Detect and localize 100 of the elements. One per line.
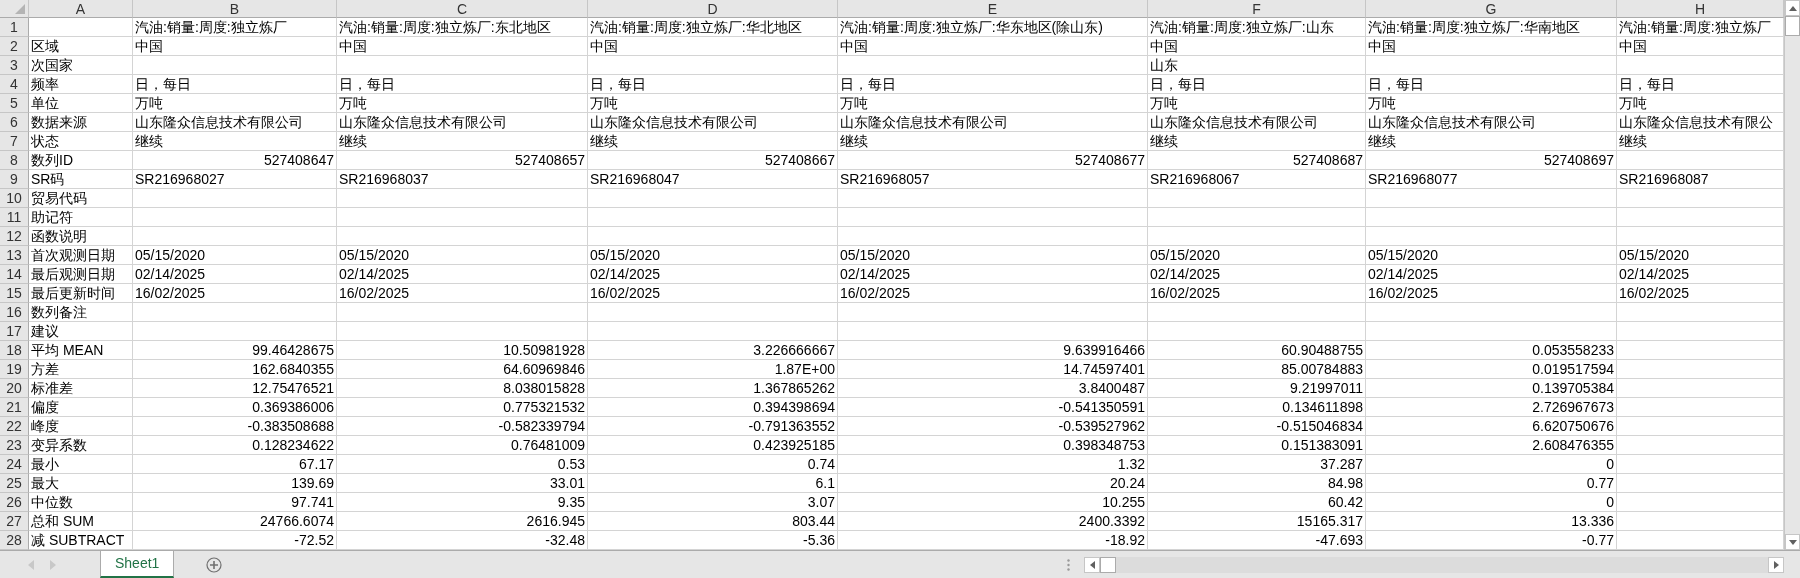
table-cell: 0.019517594	[1366, 360, 1617, 379]
column-header[interactable]: C	[337, 0, 588, 18]
next-sheet-icon[interactable]	[50, 559, 56, 570]
row-header[interactable]: 19	[0, 360, 29, 379]
row-header[interactable]: 21	[0, 398, 29, 417]
table-cell: 山东隆众信息技术有限公司	[133, 113, 337, 132]
table-cell: 0.74	[588, 455, 838, 474]
table-cell: 1.32	[838, 455, 1148, 474]
table-cell: 527408697	[1366, 151, 1617, 170]
sheet-tab[interactable]: Sheet1	[100, 550, 175, 578]
table-cell: 05/15/2020	[588, 246, 838, 265]
row-header[interactable]: 25	[0, 474, 29, 493]
table-cell: 中国	[1366, 37, 1617, 56]
row-header[interactable]: 6	[0, 113, 29, 132]
row-header[interactable]: 3	[0, 56, 29, 75]
table-cell: 继续	[1617, 132, 1784, 151]
table-cell: 12.75476521	[133, 379, 337, 398]
row-header[interactable]: 5	[0, 94, 29, 113]
table-cell: 05/15/2020	[337, 246, 588, 265]
row-header[interactable]: 24	[0, 455, 29, 474]
table-cell: 2.608476355	[1366, 436, 1617, 455]
row-header[interactable]: 12	[0, 227, 29, 246]
table-cell: 16/02/2025	[838, 284, 1148, 303]
scroll-right-button[interactable]	[1768, 556, 1784, 573]
row-header[interactable]: 17	[0, 322, 29, 341]
column-header[interactable]: E	[838, 0, 1148, 18]
table-cell: 频率	[29, 75, 133, 94]
table-cell: 67.17	[133, 455, 337, 474]
table-cell: 万吨	[133, 94, 337, 113]
add-sheet-icon[interactable]	[206, 556, 223, 573]
row-header[interactable]: 27	[0, 512, 29, 531]
row-header[interactable]: 9	[0, 170, 29, 189]
table-cell: 继续	[838, 132, 1148, 151]
table-cell: 60.90488755	[1148, 341, 1366, 360]
row-header[interactable]: 15	[0, 284, 29, 303]
row-header[interactable]: 18	[0, 341, 29, 360]
table-cell: 中国	[838, 37, 1148, 56]
scroll-down-button[interactable]	[1785, 534, 1800, 550]
table-cell: 汽油:销量:周度:独立炼厂:山东	[1148, 18, 1366, 37]
row-header[interactable]: 14	[0, 265, 29, 284]
table-cell: 05/15/2020	[1148, 246, 1366, 265]
split-handle-icon[interactable]	[1067, 558, 1070, 571]
row-header[interactable]: 11	[0, 208, 29, 227]
table-cell: -0.582339794	[337, 417, 588, 436]
table-cell: 2400.3392	[838, 512, 1148, 531]
table-cell: 日，每日	[588, 75, 838, 94]
row-header[interactable]: 1	[0, 18, 29, 37]
row-header[interactable]: 26	[0, 493, 29, 512]
column-header[interactable]: G	[1366, 0, 1617, 18]
table-cell: -0.515046834	[1148, 417, 1366, 436]
column-header[interactable]: B	[133, 0, 337, 18]
row-header[interactable]: 13	[0, 246, 29, 265]
row-header[interactable]: 28	[0, 531, 29, 550]
table-cell: 3.07	[588, 493, 838, 512]
table-cell: 05/15/2020	[1617, 246, 1784, 265]
column-header[interactable]: D	[588, 0, 838, 18]
table-cell: 0.53	[337, 455, 588, 474]
row-header[interactable]: 23	[0, 436, 29, 455]
table-cell: -0.539527962	[838, 417, 1148, 436]
table-cell: 0	[1366, 455, 1617, 474]
table-cell: 15165.317	[1148, 512, 1366, 531]
table-cell: SR216968027	[133, 170, 337, 189]
table-cell: 山东隆众信息技术有限公司	[838, 113, 1148, 132]
table-cell: -0.791363552	[588, 417, 838, 436]
row-header[interactable]: 10	[0, 189, 29, 208]
row-header[interactable]: 8	[0, 151, 29, 170]
previous-sheet-icon[interactable]	[28, 559, 34, 570]
table-cell: 1.367865262	[588, 379, 838, 398]
scrollbar-thumb[interactable]	[1100, 556, 1116, 573]
table-cell: 16/02/2025	[1148, 284, 1366, 303]
scroll-up-button[interactable]	[1785, 0, 1800, 16]
table-cell: 中国	[337, 37, 588, 56]
row-header[interactable]: 4	[0, 75, 29, 94]
row-header[interactable]: 22	[0, 417, 29, 436]
table-cell: 山东隆众信息技术有限公	[1617, 113, 1784, 132]
select-all-icon[interactable]	[15, 4, 25, 14]
table-cell: 37.287	[1148, 455, 1366, 474]
table-cell: 24766.6074	[133, 512, 337, 531]
table-cell: 继续	[1148, 132, 1366, 151]
row-header[interactable]: 20	[0, 379, 29, 398]
table-cell: 数列备注	[29, 303, 133, 322]
column-header[interactable]: H	[1617, 0, 1784, 18]
table-cell: 10.50981928	[337, 341, 588, 360]
scrollbar-thumb[interactable]	[1785, 16, 1800, 36]
row-header[interactable]: 2	[0, 37, 29, 56]
table-cell: 84.98	[1148, 474, 1366, 493]
column-header[interactable]: A	[29, 0, 133, 18]
table-cell: SR216968037	[337, 170, 588, 189]
row-header[interactable]: 7	[0, 132, 29, 151]
table-cell: 0.139705384	[1366, 379, 1617, 398]
table-cell: 中国	[133, 37, 337, 56]
table-cell: 33.01	[337, 474, 588, 493]
scroll-left-button[interactable]	[1084, 556, 1100, 573]
column-header[interactable]: F	[1148, 0, 1366, 18]
table-cell: 最大	[29, 474, 133, 493]
table-cell: 0.775321532	[337, 398, 588, 417]
table-cell: 日，每日	[1148, 75, 1366, 94]
row-header[interactable]: 16	[0, 303, 29, 322]
table-cell: 16/02/2025	[1366, 284, 1617, 303]
table-cell: 山东隆众信息技术有限公司	[337, 113, 588, 132]
